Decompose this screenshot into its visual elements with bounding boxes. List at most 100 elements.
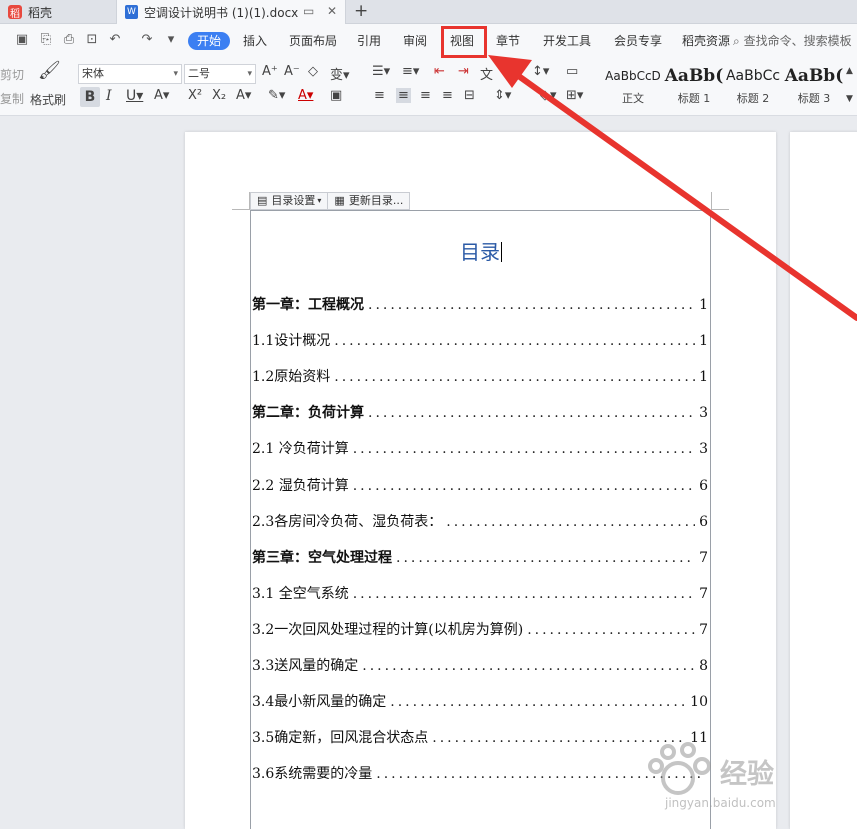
toc-entry-chapter[interactable]: 第二章：负荷计算................................… <box>252 402 708 424</box>
toc-entry-section[interactable]: 2.1 冷负荷计算...............................… <box>252 438 708 460</box>
toc-entry-chapter[interactable]: 第三章：空气处理过程..............................… <box>252 547 708 569</box>
toc-entry-section[interactable]: 3.5确定新，回风混合状态点..........................… <box>252 727 708 749</box>
toc-entry-section[interactable]: 1.2原始资料.................................… <box>252 366 708 388</box>
tab-document[interactable]: W 空调设计说明书 (1)(1).docx ▭ ✕ <box>116 0 346 24</box>
menu-tab-member[interactable]: 会员专享 <box>614 32 662 50</box>
text-effect-button[interactable]: A▾ <box>236 88 251 103</box>
style-heading-1[interactable]: AaBb( 标题 1 <box>664 62 724 112</box>
chevron-down-icon: ▾ <box>247 69 252 79</box>
superscript-button[interactable]: X² <box>188 88 202 103</box>
menu-tab-developer[interactable]: 开发工具 <box>543 32 591 50</box>
toc-leader-dots: ........................................… <box>334 333 695 349</box>
print-icon[interactable]: ⎙ <box>61 32 77 48</box>
distributed-align-icon[interactable]: ⊟ <box>464 88 475 103</box>
toc-entry-section[interactable]: 3.3送风量的确定...............................… <box>252 655 708 677</box>
toc-entry-section[interactable]: 3.2一次回风处理过程的计算(以机房为算例)..................… <box>252 619 708 641</box>
toc-settings-label: 目录设置 <box>271 194 316 207</box>
increase-indent-icon[interactable]: ⇥ <box>458 64 469 79</box>
document-page-next[interactable] <box>790 132 857 829</box>
watermark-brand: 经验 <box>720 759 774 790</box>
toc-entry-chapter[interactable]: 第一章：工程概况................................… <box>252 294 708 316</box>
tab-pin-icon[interactable]: ▭ <box>303 4 314 18</box>
clear-format-icon[interactable]: ◇ <box>308 64 318 79</box>
copy-button[interactable]: 复制 <box>0 90 24 107</box>
toc-entry-text: 1.2原始资料 <box>252 369 331 385</box>
style-sample: AaBb( <box>664 66 724 86</box>
highlight-color-button[interactable]: ✎▾ <box>268 88 285 103</box>
export-pdf-icon[interactable]: ⎘ <box>38 32 54 48</box>
chinese-layout-icon[interactable]: 文 <box>480 64 493 83</box>
chevron-down-icon: ▾ <box>173 69 178 79</box>
phonetic-guide-icon[interactable]: 变▾ <box>330 64 350 83</box>
style-label: 标题 3 <box>797 92 831 105</box>
toc-leader-dots: ........................................… <box>446 514 695 530</box>
toc-entry-section[interactable]: 3.1 全空气系统...............................… <box>252 583 708 605</box>
toc-entry-section[interactable]: 2.3各房间冷负荷、湿负荷表：.........................… <box>252 511 708 533</box>
style-heading-2[interactable]: AaBbCc 标题 2 <box>723 62 783 112</box>
line-spacing-icon[interactable]: ⇕▾ <box>494 88 511 103</box>
subscript-button[interactable]: X₂ <box>212 88 226 103</box>
font-color-button[interactable]: A▾ <box>298 88 313 103</box>
style-sample: AaBbCc <box>725 68 781 84</box>
menu-tab-insert[interactable]: 插入 <box>243 32 267 50</box>
menu-tab-references[interactable]: 引用 <box>357 32 381 50</box>
align-center-icon[interactable]: ≡ <box>396 88 411 103</box>
undo-icon[interactable]: ↶ <box>107 32 123 48</box>
strikethrough-button[interactable]: A▾ <box>154 88 169 103</box>
toc-entry-text: 3.6系统需要的冷量 <box>252 766 373 782</box>
text-cursor <box>501 242 502 262</box>
tab-close-icon[interactable]: ✕ <box>327 4 337 18</box>
tab-home-label: 稻壳 <box>28 5 53 20</box>
toc-leader-dots: ........................................… <box>352 586 696 602</box>
underline-button[interactable]: U▾ <box>126 88 143 104</box>
show-marks-icon[interactable]: ▭ <box>566 64 578 79</box>
styles-scroll-up-icon[interactable]: ▲ <box>846 66 853 76</box>
menu-tab-docer-resources[interactable]: 稻壳资源 <box>682 32 730 50</box>
numbered-list-icon[interactable]: ≡▾ <box>402 64 419 79</box>
borders-icon[interactable]: ⊞▾ <box>566 88 583 103</box>
toc-entry-section[interactable]: 1.1设计概况.................................… <box>252 330 708 352</box>
toc-title[interactable]: 目录 <box>460 236 502 265</box>
toc-entry-page: 6 <box>699 514 708 530</box>
tab-home[interactable]: 稻 稻壳 <box>0 0 112 24</box>
style-heading-3[interactable]: AaBb( 标题 3 <box>784 62 844 112</box>
sort-icon[interactable]: ↕▾ <box>532 64 549 79</box>
menu-tab-home[interactable]: 开始 <box>188 32 231 50</box>
save-icon[interactable]: ▣ <box>14 32 30 48</box>
toc-leader-dots: ........................................… <box>396 550 695 566</box>
bullet-list-icon[interactable]: ☰▾ <box>372 64 390 79</box>
italic-button[interactable]: I <box>106 88 112 104</box>
format-painter-button[interactable]: 格式刷 <box>30 91 66 108</box>
align-left-icon[interactable]: ≡ <box>374 88 385 103</box>
menu-tab-chapter[interactable]: 章节 <box>496 32 520 50</box>
format-painter-icon[interactable]: 🖌 <box>38 60 61 81</box>
toc-update-label: 更新目录... <box>348 194 404 207</box>
new-tab-button[interactable]: + <box>354 1 368 21</box>
justify-icon[interactable]: ≡ <box>442 88 453 103</box>
print-preview-icon[interactable]: ⊡ <box>84 32 100 48</box>
style-normal[interactable]: AaBbCcD 正文 <box>603 62 663 112</box>
cut-button[interactable]: 剪切 <box>0 66 24 83</box>
toc-entry-section[interactable]: 3.4最小新风量的确定.............................… <box>252 691 708 713</box>
toc-entry-section[interactable]: 3.6系统需要的冷量..............................… <box>252 763 708 785</box>
decrease-indent-icon[interactable]: ⇤ <box>434 64 445 79</box>
shading-icon[interactable]: ◈▾ <box>540 88 557 103</box>
toc-entry-section[interactable]: 2.2 湿负荷计算...............................… <box>252 475 708 497</box>
toc-settings-button[interactable]: ▤ 目录设置 ▾ <box>251 193 329 209</box>
menu-tab-review[interactable]: 审阅 <box>403 32 427 50</box>
redo-icon[interactable]: ↷ <box>139 32 155 48</box>
style-sample: AaBb( <box>784 66 844 86</box>
char-border-button[interactable]: ▣ <box>330 88 342 103</box>
align-right-icon[interactable]: ≡ <box>420 88 431 103</box>
font-size-value: 二号 <box>188 67 210 80</box>
menu-tab-page-layout[interactable]: 页面布局 <box>289 32 337 50</box>
quick-access-dropdown-icon[interactable]: ▾ <box>163 32 179 48</box>
command-search[interactable]: ⌕ 查找命令、搜索模板 <box>733 32 852 49</box>
bold-button[interactable]: B <box>80 87 100 107</box>
font-size-select[interactable]: 二号 ▾ <box>184 64 256 84</box>
toc-update-button[interactable]: ▦ 更新目录... <box>328 193 409 209</box>
shrink-font-icon[interactable]: A⁻ <box>284 64 300 79</box>
grow-font-icon[interactable]: A⁺ <box>262 64 278 79</box>
font-family-select[interactable]: 宋体 ▾ <box>78 64 182 84</box>
styles-scroll-down-icon[interactable]: ▼ <box>846 94 853 104</box>
